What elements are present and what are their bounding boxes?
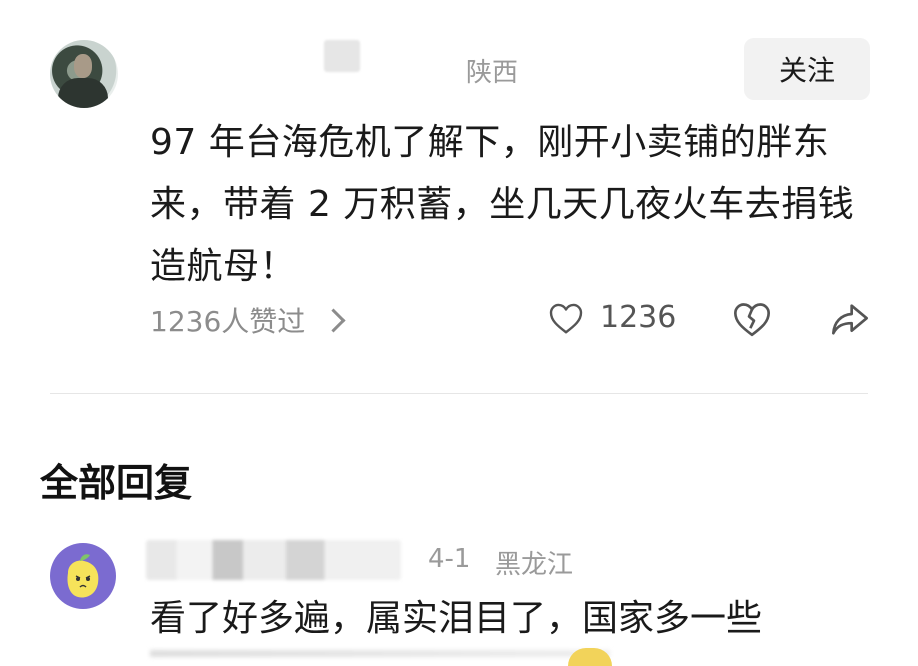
share-button[interactable] <box>830 300 870 340</box>
reply-date: 4-1 <box>428 544 471 574</box>
all-replies-heading: 全部回复 <box>40 461 193 505</box>
reply-author-name-redacted <box>146 540 401 580</box>
like-count: 1236 <box>600 300 677 335</box>
heart-icon <box>548 301 584 335</box>
reply-avatar[interactable] <box>50 543 116 609</box>
share-icon <box>830 304 870 342</box>
broken-heart-icon <box>732 303 772 342</box>
likes-summary-link[interactable]: 1236人赞过 <box>150 300 346 340</box>
reply-location: 黑龙江 <box>495 550 574 580</box>
likes-summary-label: 1236人赞过 <box>150 305 306 338</box>
like-button[interactable]: 1236 <box>548 300 676 335</box>
reply-content-cutoff <box>150 650 610 657</box>
dislike-button[interactable] <box>732 300 772 340</box>
author-location: 陕西 <box>466 58 519 88</box>
chevron-right-icon <box>321 307 346 333</box>
author-avatar[interactable] <box>50 40 118 108</box>
section-divider <box>50 393 868 394</box>
reply-content: 看了好多遍，属实泪目了，国家多一些 <box>150 598 763 639</box>
post-content: 97 年台海危机了解下，刚开小卖铺的胖东来，带着 2 万积蓄，坐几天几夜火车去捐… <box>150 122 855 287</box>
follow-button[interactable]: 关注 <box>744 38 870 100</box>
author-name-redacted <box>324 40 360 72</box>
